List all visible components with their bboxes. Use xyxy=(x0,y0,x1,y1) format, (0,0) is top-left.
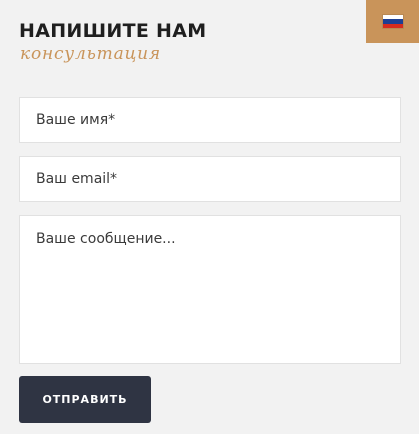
form-subtitle: консультация xyxy=(20,44,161,64)
language-switch[interactable] xyxy=(366,0,419,43)
flag-stripe-red xyxy=(382,23,403,28)
submit-button[interactable]: ОТПРАВИТЬ xyxy=(19,376,151,423)
message-textarea[interactable] xyxy=(19,215,401,364)
form-title: НАПИШИТЕ НАМ xyxy=(19,20,207,42)
email-input[interactable] xyxy=(19,156,401,202)
name-input[interactable] xyxy=(19,97,401,143)
russia-flag-icon xyxy=(382,15,403,28)
